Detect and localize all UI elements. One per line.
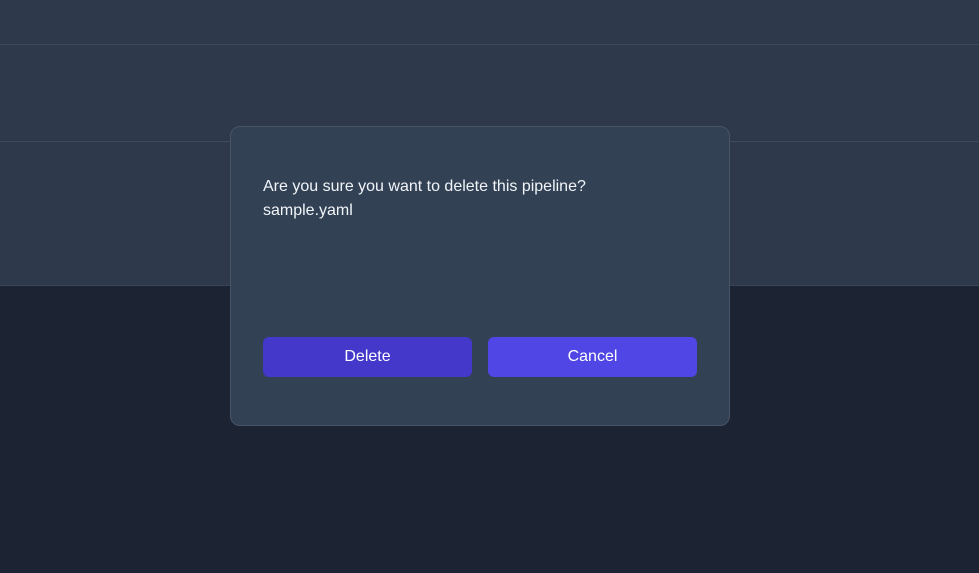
dialog-message: Are you sure you want to delete this pip… [263,175,697,223]
dialog-actions: Delete Cancel [263,337,697,377]
cancel-button[interactable]: Cancel [488,337,697,377]
background-header-row [0,0,979,45]
confirmation-text: Are you sure you want to delete this pip… [263,178,586,195]
pipeline-filename: sample.yaml [263,202,353,219]
delete-button[interactable]: Delete [263,337,472,377]
delete-confirmation-dialog: Are you sure you want to delete this pip… [230,126,730,426]
page: Are you sure you want to delete this pip… [0,0,979,573]
